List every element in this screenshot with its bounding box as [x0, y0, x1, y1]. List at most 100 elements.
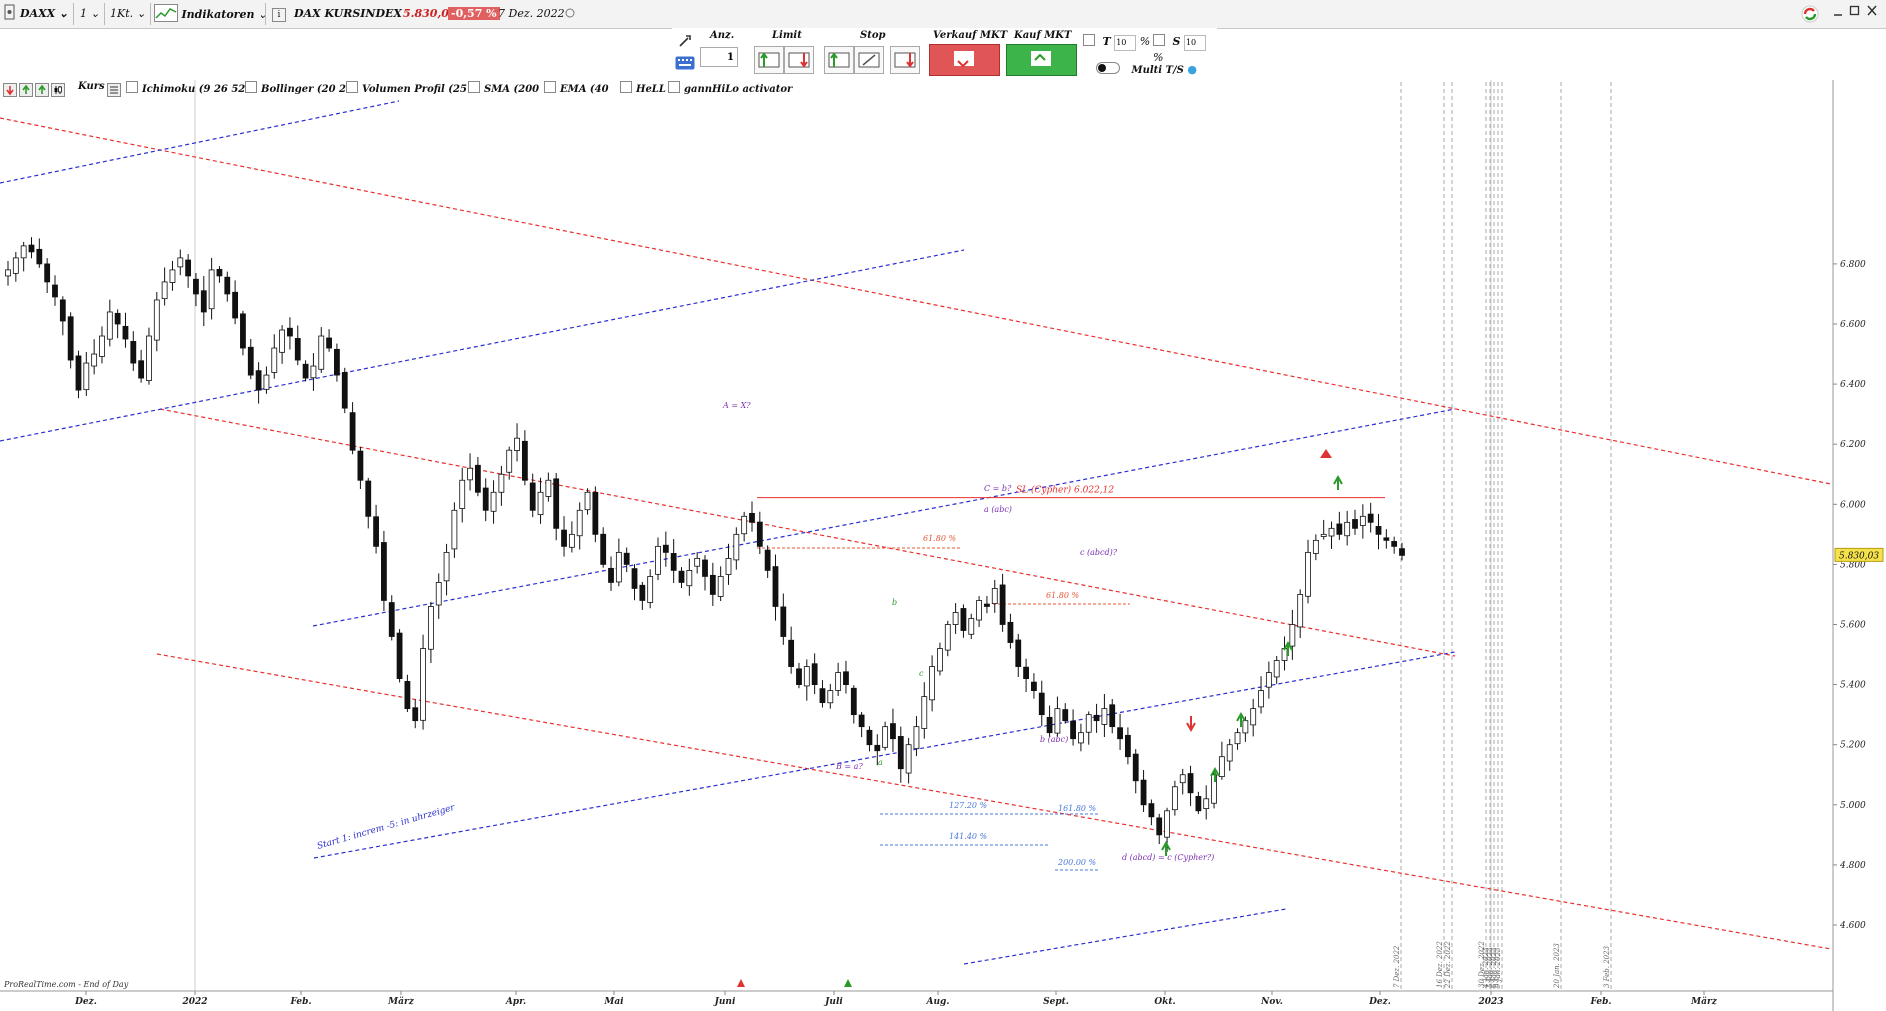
candle-body — [545, 479, 552, 497]
sync-icon[interactable] — [1800, 4, 1820, 24]
quantity-label: Anz. — [710, 30, 735, 41]
trailing-t-label: T — [1102, 35, 1111, 48]
y-axis-ticks: 4.600 4.800 5.000 5.200 5.400 5.600 5.800 6.000… — [1833, 260, 1866, 931]
stop-buy-button[interactable] — [824, 46, 854, 74]
candle-body — [161, 281, 168, 300]
candle-body — [631, 568, 638, 589]
candle-body — [44, 263, 51, 283]
multi-ts-label: Multi T/S — [1131, 65, 1184, 76]
candle-body — [1273, 660, 1280, 678]
candle-body — [1148, 803, 1155, 818]
y-tick-label: 5.400 — [1840, 681, 1866, 691]
trailing-s-control[interactable]: S % — [1153, 34, 1217, 64]
candle-body — [1085, 714, 1092, 733]
y-tick-label: 6.000 — [1840, 500, 1866, 510]
candle-body — [1015, 639, 1022, 667]
date-marker-label: 3 Feb. 2023 — [1603, 945, 1611, 988]
y-tick-label: 6.800 — [1840, 260, 1866, 270]
candle-body — [600, 533, 607, 565]
indicators-label: Indikatoren — [181, 8, 255, 21]
quantity-input[interactable] — [700, 47, 738, 67]
buy-market-button[interactable] — [1006, 44, 1077, 76]
instrument-select[interactable]: DAXX ⌄ — [20, 4, 68, 24]
candle-body — [122, 325, 129, 340]
indicators-button[interactable]: Indikatoren ⌄ — [154, 4, 267, 24]
candle-body — [153, 299, 160, 341]
candle-body — [263, 374, 270, 390]
candle-body — [12, 257, 19, 274]
fib-label: 61.80 % — [923, 534, 956, 543]
candle-body — [1320, 533, 1327, 537]
candle-body — [435, 582, 442, 606]
y-tick-label: 5.200 — [1840, 741, 1866, 751]
candle-body — [388, 602, 395, 637]
candle-body — [106, 311, 113, 340]
fib-label: 61.80 % — [1046, 591, 1079, 600]
interval-count-select[interactable]: 1 ⌄ — [80, 4, 100, 24]
info-button[interactable]: i — [272, 4, 286, 24]
candle-body — [890, 723, 896, 740]
candle-body — [1132, 753, 1139, 782]
down-arrow-icon — [1186, 716, 1196, 733]
candle-body — [858, 714, 865, 728]
change-value: -0,57 % — [448, 7, 500, 20]
candle-body — [1344, 521, 1351, 537]
indicators-icon — [154, 4, 178, 22]
candle-body — [780, 606, 787, 637]
trailing-t-checkbox[interactable] — [1083, 34, 1095, 46]
candle-body — [882, 726, 889, 748]
keyboard-icon[interactable] — [675, 56, 695, 73]
candle-body — [404, 681, 411, 710]
candle-body — [1218, 756, 1225, 778]
candle-body — [670, 553, 677, 571]
candle-body — [1054, 708, 1061, 734]
candle-body — [717, 576, 724, 597]
sell-market-button[interactable] — [929, 44, 1000, 76]
stop-sell-button[interactable] — [890, 46, 920, 74]
candle-body — [937, 648, 943, 672]
candle-body — [1203, 798, 1210, 809]
maximize-icon[interactable] — [1849, 4, 1861, 24]
candle-body — [240, 313, 246, 349]
limit-buy-button[interactable] — [754, 46, 784, 74]
trailing-t-input[interactable] — [1114, 34, 1137, 51]
candle-body — [843, 671, 849, 686]
candle-body — [749, 512, 755, 523]
candle-body — [1242, 720, 1249, 734]
trailing-s-checkbox[interactable] — [1153, 34, 1165, 46]
fib-label: 161.80 % — [1058, 804, 1097, 813]
wave-small-label: a — [878, 758, 883, 767]
stop-limit-button[interactable] — [854, 46, 884, 74]
minimize-icon[interactable] — [1833, 4, 1843, 24]
multi-ts-toggle[interactable]: Multi T/S ● — [1096, 62, 1197, 76]
wave-label: C = b? — [984, 484, 1012, 493]
toggle-switch[interactable] — [1096, 62, 1120, 74]
interval-unit-select[interactable]: 1Kt. ⌄ — [110, 4, 146, 24]
candle-body — [741, 515, 748, 535]
candle-body — [709, 574, 716, 595]
fib-label: 200.00 % — [1057, 858, 1097, 867]
close-icon[interactable] — [1866, 4, 1878, 24]
settings-icon[interactable] — [677, 34, 693, 51]
candle-body — [443, 551, 450, 582]
y-tick-label: 5.800 — [1840, 560, 1866, 570]
price-chart[interactable]: 4.600 4.800 5.000 5.200 5.400 5.600 5.800 6.000… — [0, 80, 1886, 1011]
trailing-s-input[interactable] — [1183, 34, 1206, 51]
candle-body — [1038, 692, 1045, 716]
candle-body — [279, 329, 286, 353]
candle-body — [764, 549, 771, 571]
trailing-t-control[interactable]: T % — [1083, 34, 1150, 51]
limit-sell-button[interactable] — [784, 46, 814, 74]
fibonacci-levels: 61.80 % 61.80 % 127.20 % 141.40 % 161.80… — [757, 534, 1130, 871]
order-panel: Anz. Limit Stop Verkauf MKT Kauf MKT T %… — [672, 28, 1217, 80]
candle-body — [177, 257, 184, 268]
candle-body — [373, 516, 379, 547]
candle-body — [114, 312, 121, 325]
blue-line-upper — [0, 249, 965, 442]
candle-body — [451, 509, 458, 550]
date-marker-label: 22 Dez. 2022 — [1444, 941, 1452, 989]
candle-body — [968, 618, 975, 635]
candle-body — [803, 666, 810, 687]
quote-date: 7 Dez. 2022 — [498, 7, 565, 20]
candle-body — [1062, 709, 1069, 722]
